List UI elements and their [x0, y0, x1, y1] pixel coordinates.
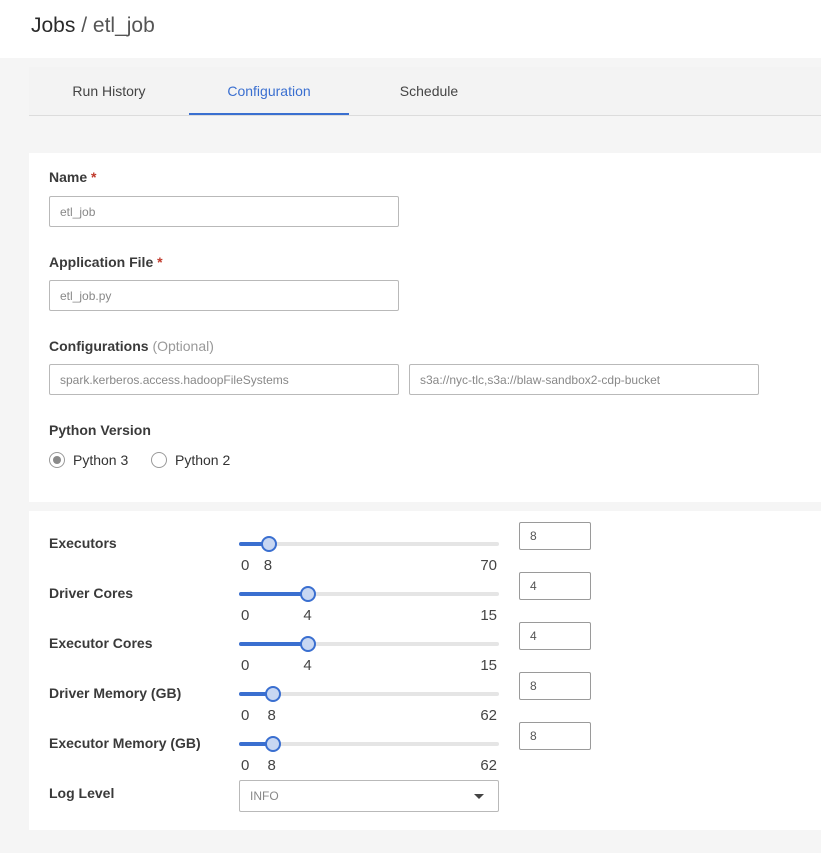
executors-slider-thumb[interactable] [260, 536, 277, 552]
executors-min: 0 [241, 557, 250, 574]
radio-unchecked-icon [151, 452, 167, 468]
executors-slider[interactable] [239, 536, 499, 552]
breadcrumb-jobs[interactable]: Jobs [31, 14, 75, 37]
page-title: Jobs / etl_job [31, 14, 155, 38]
chevron-down-icon [474, 794, 484, 799]
executor-cores-row: Executor Cores 0 4 15 [29, 622, 821, 675]
executors-input[interactable] [519, 522, 591, 550]
driver-memory-slider-thumb[interactable] [264, 686, 281, 702]
application-file-input[interactable] [49, 280, 399, 311]
executor-cores-current: 4 [303, 657, 312, 674]
python-version-label: Python Version [49, 422, 151, 438]
executor-cores-min: 0 [241, 657, 250, 674]
driver-memory-min: 0 [241, 707, 250, 724]
breadcrumb-job: etl_job [92, 14, 155, 37]
executors-current: 8 [263, 557, 273, 574]
radio-python-2[interactable]: Python 2 [151, 452, 230, 468]
executor-cores-slider[interactable] [239, 636, 499, 652]
driver-memory-input[interactable] [519, 672, 591, 700]
executor-memory-row: Executor Memory (GB) 0 8 62 [29, 722, 821, 775]
executor-memory-current: 8 [267, 757, 276, 774]
name-input[interactable] [49, 196, 399, 227]
driver-cores-min: 0 [241, 607, 250, 624]
radio-checked-icon [49, 452, 65, 468]
resources-card: Executors 0 8 70 Driver Cores 0 4 15 Exe… [29, 511, 821, 830]
application-file-label: Application File * [49, 254, 163, 270]
executors-label: Executors [49, 535, 117, 551]
breadcrumb-separator: / [81, 14, 88, 37]
driver-cores-row: Driver Cores 0 4 15 [29, 572, 821, 625]
executor-memory-slider[interactable] [239, 736, 499, 752]
driver-memory-label: Driver Memory (GB) [49, 685, 182, 701]
general-config-card: Name * Application File * Configurations… [29, 153, 821, 502]
executor-cores-max: 15 [480, 657, 497, 674]
executors-max: 70 [480, 557, 497, 574]
tab-schedule[interactable]: Schedule [349, 67, 509, 115]
tab-configuration[interactable]: Configuration [189, 67, 349, 115]
name-label: Name * [49, 169, 97, 185]
config-key-input[interactable] [49, 364, 399, 395]
executor-cores-input[interactable] [519, 622, 591, 650]
tab-run-history[interactable]: Run History [29, 67, 189, 115]
driver-cores-current: 4 [303, 607, 312, 624]
log-level-value: INFO [250, 789, 279, 803]
executor-cores-slider-thumb[interactable] [300, 636, 317, 652]
executor-memory-max: 62 [480, 757, 497, 774]
executor-memory-input[interactable] [519, 722, 591, 750]
driver-cores-label: Driver Cores [49, 585, 134, 601]
driver-cores-input[interactable] [519, 572, 591, 600]
executors-row: Executors 0 8 70 [29, 522, 821, 575]
executor-memory-min: 0 [241, 757, 250, 774]
driver-memory-current: 8 [267, 707, 276, 724]
log-level-label: Log Level [49, 785, 115, 801]
top-bar: Jobs / etl_job [0, 0, 821, 58]
driver-cores-max: 15 [480, 607, 497, 624]
log-level-select[interactable]: INFO [239, 780, 499, 812]
tab-bar: Run History Configuration Schedule [29, 67, 821, 116]
executor-memory-label: Executor Memory (GB) [49, 735, 201, 751]
executor-memory-slider-thumb[interactable] [264, 736, 281, 752]
driver-memory-max: 62 [480, 707, 497, 724]
driver-cores-slider[interactable] [239, 586, 499, 602]
driver-memory-row: Driver Memory (GB) 0 8 62 [29, 672, 821, 725]
config-value-input[interactable] [409, 364, 759, 395]
executor-cores-label: Executor Cores [49, 635, 153, 651]
driver-cores-slider-thumb[interactable] [300, 586, 317, 602]
driver-memory-slider[interactable] [239, 686, 499, 702]
radio-python-3[interactable]: Python 3 [49, 452, 128, 468]
configurations-label: Configurations (Optional) [49, 338, 214, 354]
